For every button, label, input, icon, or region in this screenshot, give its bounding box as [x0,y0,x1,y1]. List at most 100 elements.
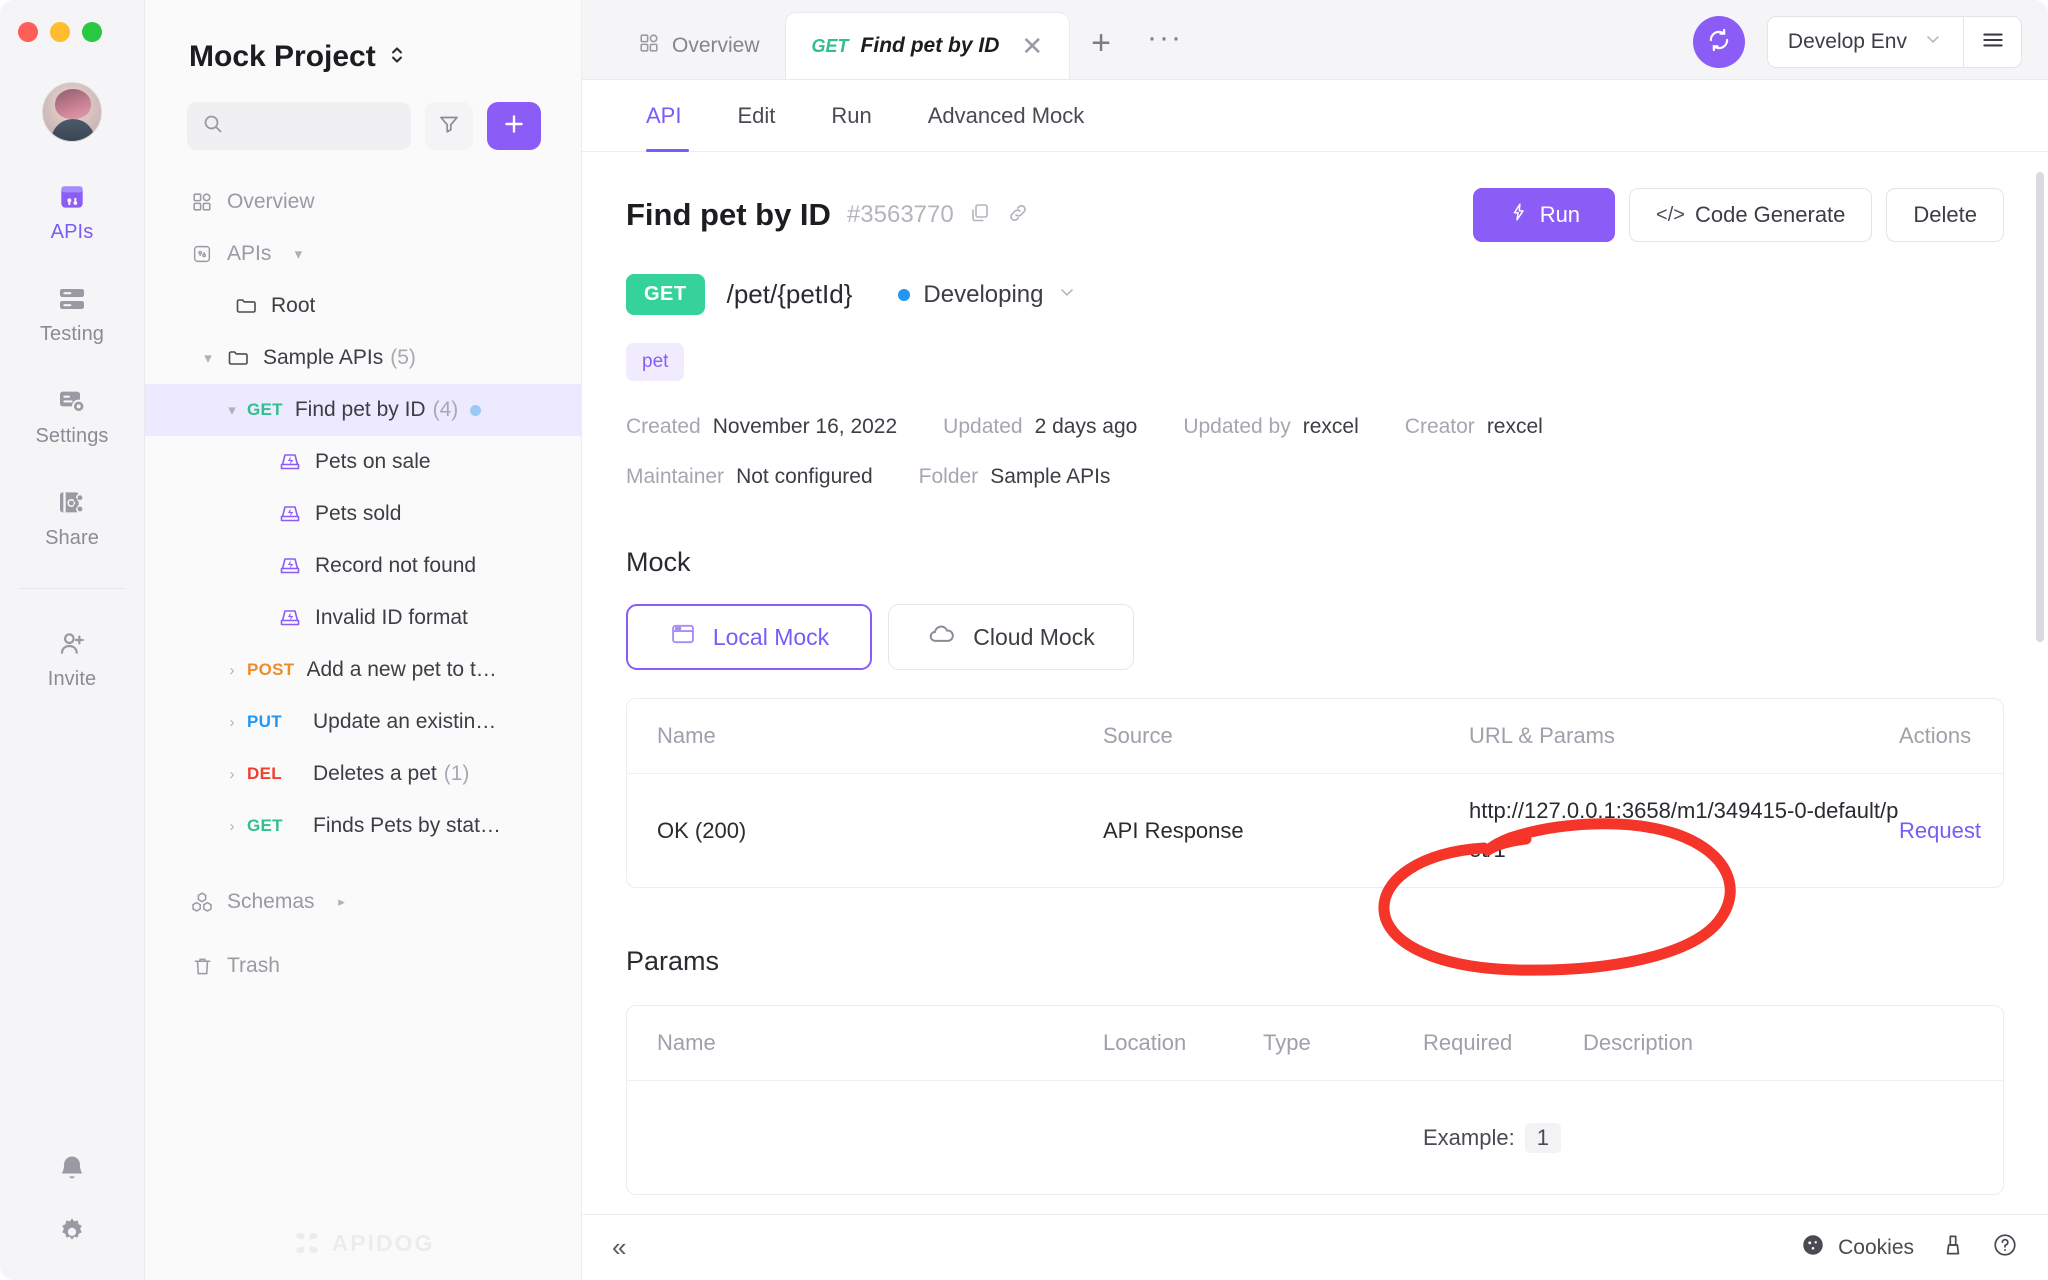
avatar[interactable] [42,82,102,142]
sidebar-item-testing[interactable]: Testing [0,282,144,346]
sidebar-item-invite[interactable]: Invite [0,627,144,691]
tree-item-label: Pets sold [315,502,402,525]
meta-created: Created November 16, 2022 [626,415,897,439]
close-icon[interactable]: ✕ [1021,31,1043,62]
tree-item-overview[interactable]: Overview [145,176,581,228]
cloud-icon [927,619,957,655]
bell-icon[interactable] [55,1152,89,1191]
tree-api-find-pet-by-id[interactable]: ▾ GET Find pet by ID (4) [145,384,581,436]
delete-button[interactable]: Delete [1886,188,2004,242]
tab-find-pet-by-id[interactable]: GET Find pet by ID ✕ [785,13,1070,79]
main-menu-button[interactable] [1963,17,2021,67]
apis-icon [55,180,89,214]
page-title: Find pet by ID [626,197,831,232]
chevron-right-icon[interactable]: ▸ [327,894,357,910]
tree-api-deletes-a-pet[interactable]: › DEL Deletes a pet (1) [145,748,581,800]
mock-table: Name Source URL & Params Actions OK (200… [626,698,2004,888]
collapse-panel-button[interactable]: « [612,1232,626,1263]
environment-group: Develop Env [1766,16,2022,68]
help-icon[interactable] [1992,1232,2018,1263]
api-actions: Run </> Code Generate Delete [1472,188,2004,242]
chevron-down-icon[interactable]: ▾ [283,245,313,263]
meta-value: Sample APIs [990,465,1111,488]
tab-more-button[interactable]: ··· [1133,21,1197,79]
column-header-name: Name [657,1030,716,1055]
environment-selector[interactable]: Develop Env [1768,17,1963,67]
copy-icon[interactable] [968,201,992,230]
gear-icon[interactable] [55,1215,89,1254]
chevron-down-icon[interactable]: ▾ [217,401,247,419]
project-switcher[interactable]: Mock Project [145,0,581,74]
chevron-right-icon[interactable]: › [217,714,247,731]
mock-row-name: OK (200) [657,817,747,843]
search-input[interactable] [225,115,397,137]
sync-button[interactable] [1692,16,1745,68]
apidog-watermark-text: APIDOG [331,1229,435,1256]
subtab-advanced-mock[interactable]: Advanced Mock [900,80,1113,152]
tree-item-label: Record not found [315,554,477,577]
sidebar-toolbar [145,74,581,150]
sidebar-item-share[interactable]: Share [0,486,144,550]
tab-label: Overview [672,34,760,57]
zoom-window-button[interactable] [82,22,102,42]
tag-pet[interactable]: pet [626,343,685,381]
filter-button[interactable] [425,102,473,150]
mock-row-request-link[interactable]: Request [1899,818,1981,844]
tree-item-schemas[interactable]: Schemas ▸ [145,876,581,928]
tree-case-record-not-found[interactable]: Record not found [145,540,581,592]
search-box[interactable] [187,102,411,150]
mock-row-url[interactable]: http://127.0.0.1:3658/m1/349415-0-defaul… [1469,792,1899,869]
tree-api-add-a-new-pet[interactable]: › POST Add a new pet to t… [145,644,581,696]
cloud-mock-button[interactable]: Cloud Mock [888,604,1134,670]
minimize-window-button[interactable] [50,22,70,42]
run-button[interactable]: Run [1472,188,1616,242]
tree-case-invalid-id-format[interactable]: Invalid ID format [145,592,581,644]
broom-icon[interactable] [1940,1232,1966,1263]
tree-folder-root[interactable]: Root [145,280,581,332]
close-window-button[interactable] [18,22,38,42]
sidebar-item-settings[interactable]: Settings [0,384,144,448]
code-generate-label: Code Generate [1694,202,1846,227]
run-button-label: Run [1539,202,1581,227]
chevron-right-icon[interactable]: › [217,766,247,783]
chevron-right-icon[interactable]: › [217,662,247,679]
tree-item-label: Deletes a pet [313,762,437,785]
sidebar-item-apis[interactable]: APIs [0,180,144,244]
code-generate-button[interactable]: </> Code Generate [1629,188,1873,242]
subtab-run[interactable]: Run [803,80,899,152]
status-bar-right: Cookies [1800,1232,2018,1264]
meta-folder: Folder Sample APIs [919,465,1111,489]
link-icon[interactable] [1006,201,1030,230]
tab-label: Find pet by ID [860,34,1000,57]
cookies-button[interactable]: Cookies [1800,1232,1914,1264]
tree-item-label: APIs [227,242,272,265]
app-window: APIs Testing Settings Share Invite Mock … [0,0,2048,1280]
meta-key: Folder [918,465,979,488]
local-mock-button[interactable]: Local Mock [626,604,872,670]
add-button[interactable] [487,102,541,150]
mock-section-title: Mock [626,547,691,577]
table-row[interactable]: OK (200) API Response http://127.0.0.1:3… [627,773,2003,887]
subtab-api[interactable]: API [626,80,709,152]
tree-folder-sample-apis[interactable]: ▾ Sample APIs (5) [145,332,581,384]
mock-icon [275,502,305,526]
tree-item-apis[interactable]: APIs ▾ [145,228,581,280]
tree-case-pets-on-sale[interactable]: Pets on sale [145,436,581,488]
tree-api-update-an-existing-pet[interactable]: › PUT Update an existin… [145,696,581,748]
api-status-selector[interactable]: Developing [898,281,1076,309]
tree-item-trash[interactable]: Trash [145,940,581,992]
table-row[interactable]: Example: 1 [627,1080,2003,1194]
mock-row-source: API Response [1103,817,1244,843]
tree-api-finds-pets-by-status[interactable]: › GET Finds Pets by stat… [145,800,581,852]
column-header-location: Location [1103,1030,1187,1055]
chevron-down-icon[interactable]: ▾ [193,349,223,367]
meta-updated-by: Updated by rexcel [1183,415,1358,439]
new-tab-button[interactable]: + [1069,24,1133,79]
tab-overview[interactable]: Overview [612,13,786,79]
tree-case-pets-sold[interactable]: Pets sold [145,488,581,540]
chevron-right-icon[interactable]: › [217,818,247,835]
subtab-edit[interactable]: Edit [709,80,803,152]
example-value: 1 [1524,1122,1561,1153]
content-scrollbar[interactable] [2036,172,2044,642]
meta-value: rexcel [1302,415,1359,438]
